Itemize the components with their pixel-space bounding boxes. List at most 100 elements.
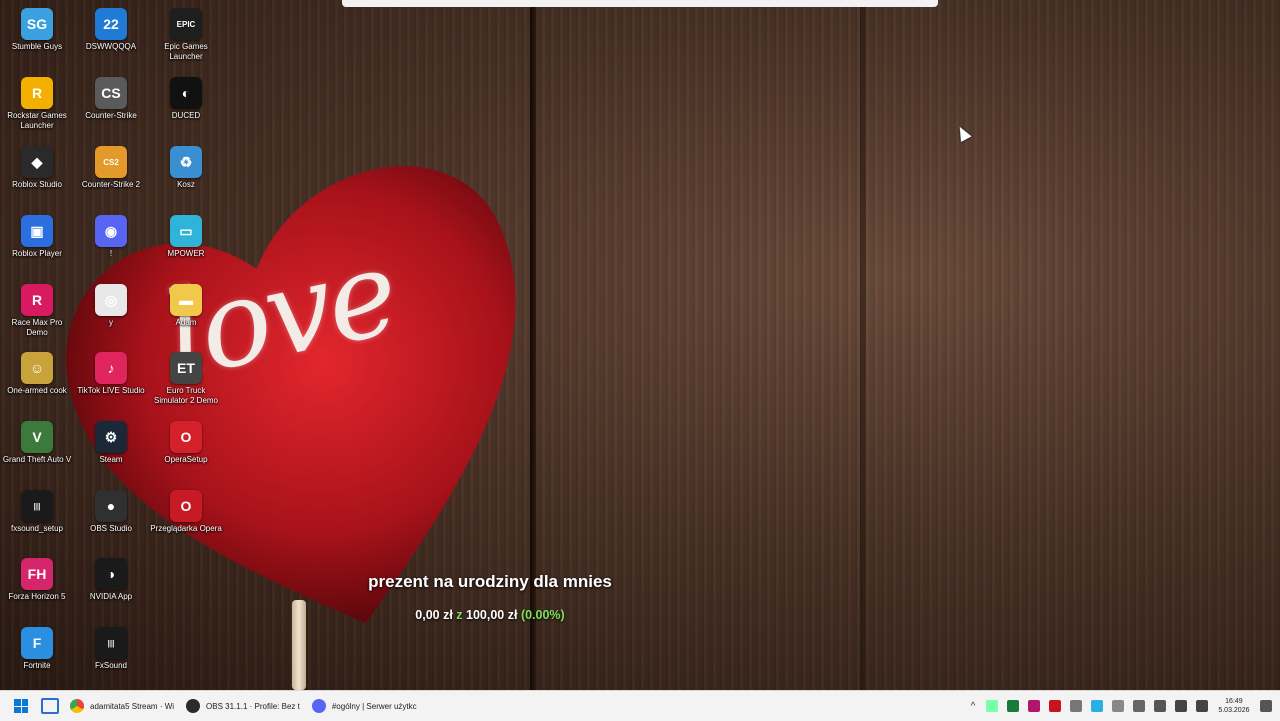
tray-app-icon[interactable] (985, 700, 998, 712)
desktop-icon[interactable]: ET Euro Truck Simulator 2 Demo (150, 348, 222, 414)
task-view-icon (41, 698, 59, 714)
desktop-icon[interactable]: V Grand Theft Auto V (1, 417, 73, 483)
desktop-icon[interactable]: ◎ y (75, 280, 147, 346)
app-icon: 22 (95, 8, 127, 40)
desktop-icon-label: Kosz (177, 180, 195, 189)
desktop-icon[interactable]: ◉! (75, 211, 147, 277)
app-icon: ||| (95, 627, 127, 659)
keyboard-icon[interactable] (1132, 700, 1145, 712)
chevron-up-icon[interactable]: ^ (971, 701, 976, 712)
desktop-icon[interactable]: ⚙ Steam (75, 417, 147, 483)
desktop-icon[interactable]: CS Counter-Strike (75, 73, 147, 139)
desktop-icon[interactable]: R Race Max Pro Demo (1, 280, 73, 346)
monitor-icon[interactable] (1153, 700, 1166, 712)
app-icon: ☺ (21, 352, 53, 384)
taskbar-app-label: OBS 31.1.1 · Profile: Bez t (206, 701, 300, 711)
desktop-icon[interactable]: ☺ One-armed cook (1, 348, 73, 414)
task-view-button[interactable] (36, 691, 64, 721)
taskbar-app-label: adamitata5 Stream · Wi (90, 701, 175, 711)
app-icon: ||| (21, 490, 53, 522)
desktop-icon[interactable]: ||| FxSound (75, 623, 147, 689)
app-icon: CS2 (95, 146, 127, 178)
app-icon: ▭ (170, 215, 202, 247)
desktop-icon-label: Stumble Guys (11, 42, 63, 51)
wifi-icon[interactable] (1174, 700, 1187, 712)
tray-app-icon[interactable] (1006, 700, 1019, 712)
app-icon: ● (95, 490, 127, 522)
desktop-icon[interactable]: O Przeglądarka Opera (150, 486, 222, 552)
system-tray: ^ 16:49 5.03.2026 (965, 691, 1280, 721)
desktop-icon[interactable]: O OperaSetup (150, 417, 222, 483)
app-icon: ◉ (95, 215, 127, 247)
app-icon: R (21, 284, 53, 316)
taskbar-app-obs[interactable]: OBS 31.1.1 · Profile: Bez t (180, 691, 306, 721)
app-icon: EPIC (170, 8, 202, 40)
app-icon: ◎ (95, 284, 127, 316)
usb-icon[interactable] (1069, 700, 1082, 712)
desktop-icon[interactable]: FH Forza Horizon 5 (1, 554, 73, 620)
notification-icon[interactable] (1260, 700, 1272, 712)
wood-seam (860, 0, 866, 690)
desktop-icon-label: OperaSetup (164, 455, 208, 464)
desktop-icon[interactable]: ◆ Roblox Studio (1, 142, 73, 208)
app-icon: ◆ (21, 146, 53, 178)
desktop-icon-label: Rockstar Games Launcher (7, 111, 67, 130)
microphone-icon[interactable] (1111, 700, 1124, 712)
desktop-icon-label: Euro Truck Simulator 2 Demo (153, 386, 219, 405)
desktop-icon-label: DUCED (171, 111, 201, 120)
desktop-icon-label: Fortnite (23, 661, 51, 670)
desktop-icon-label: MPOWER (167, 249, 205, 258)
desktop-icon[interactable]: F Fortnite (1, 623, 73, 689)
app-icon: ET (170, 352, 202, 384)
app-icon: CS (95, 77, 127, 109)
desktop-icon-label: Counter-Strike 2 (81, 180, 141, 189)
tray-app-icon[interactable] (1027, 700, 1040, 712)
desktop-icon-label: ! (109, 249, 113, 258)
start-button[interactable] (6, 691, 36, 721)
desktop-icon-label: Forza Horizon 5 (8, 592, 66, 601)
app-icon: FH (21, 558, 53, 590)
desktop-icon-label: OBS Studio (90, 524, 132, 533)
desktop-icon[interactable]: ▭ MPOWER (150, 211, 222, 277)
desktop-icon[interactable]: CS2 Counter-Strike 2 (75, 142, 147, 208)
desktop-icon[interactable]: ♻ Kosz (150, 142, 222, 208)
desktop-icon[interactable]: 22 DSWWQQQA (75, 4, 147, 70)
desktop-icon[interactable]: ▣ Roblox Player (1, 211, 73, 277)
clock-time: 16:49 (1225, 698, 1243, 705)
app-icon: F (21, 627, 53, 659)
volume-icon[interactable] (1195, 700, 1208, 712)
desktop-icon-label: fxsound_setup (10, 524, 64, 533)
desktop-icon[interactable]: ♪ TikTok LIVE Studio (75, 348, 147, 414)
discord-icon (311, 699, 326, 713)
app-icon: ♻ (170, 146, 202, 178)
desktop-icon[interactable]: ● OBS Studio (75, 486, 147, 552)
taskbar-clock[interactable]: 16:49 5.03.2026 (1218, 697, 1249, 715)
app-icon: O (170, 421, 202, 453)
app-icon: R (21, 77, 53, 109)
top-edge-bar (342, 0, 938, 7)
desktop-icon[interactable]: ▬ Adam (150, 280, 222, 346)
desktop-icon-label: Przeglądarka Opera (150, 524, 222, 533)
desktop-icon[interactable]: ||| fxsound_setup (1, 486, 73, 552)
taskbar-app-label: #ogólny | Serwer użytkc (331, 701, 417, 711)
desktop-icon-label: Steam (99, 455, 123, 464)
desktop-icon-label: Adam (175, 318, 197, 327)
donation-goal: 100,00 zł (466, 608, 518, 622)
taskbar: adamitata5 Stream · Wi OBS 31.1.1 · Prof… (0, 690, 1280, 721)
desktop-icon[interactable]: ◑ NVIDIA App (75, 554, 147, 620)
chrome-icon (70, 699, 84, 713)
taskbar-app-discord[interactable]: #ogólny | Serwer użytkc (306, 691, 423, 721)
tray-app-icon[interactable] (1048, 700, 1061, 712)
desktop-icon-label: Roblox Studio (12, 180, 62, 189)
desktop-icon[interactable]: EPIC Epic Games Launcher (150, 4, 222, 70)
desktop-icon[interactable]: ◐ DUCED (150, 73, 222, 139)
taskbar-app-chrome[interactable]: adamitata5 Stream · Wi (64, 691, 180, 721)
donation-goal-progress: 0,00 zł z 100,00 zł (0.00%) (300, 608, 680, 622)
tray-app-icon[interactable] (1090, 700, 1103, 712)
app-icon: ◑ (95, 558, 127, 590)
app-icon: SG (21, 8, 53, 40)
desktop-icon-label: Grand Theft Auto V (2, 455, 72, 464)
desktop-icon-label: DSWWQQQA (85, 42, 137, 51)
desktop-icon[interactable]: SG Stumble Guys (1, 4, 73, 70)
desktop-icon[interactable]: R Rockstar Games Launcher (1, 73, 73, 139)
